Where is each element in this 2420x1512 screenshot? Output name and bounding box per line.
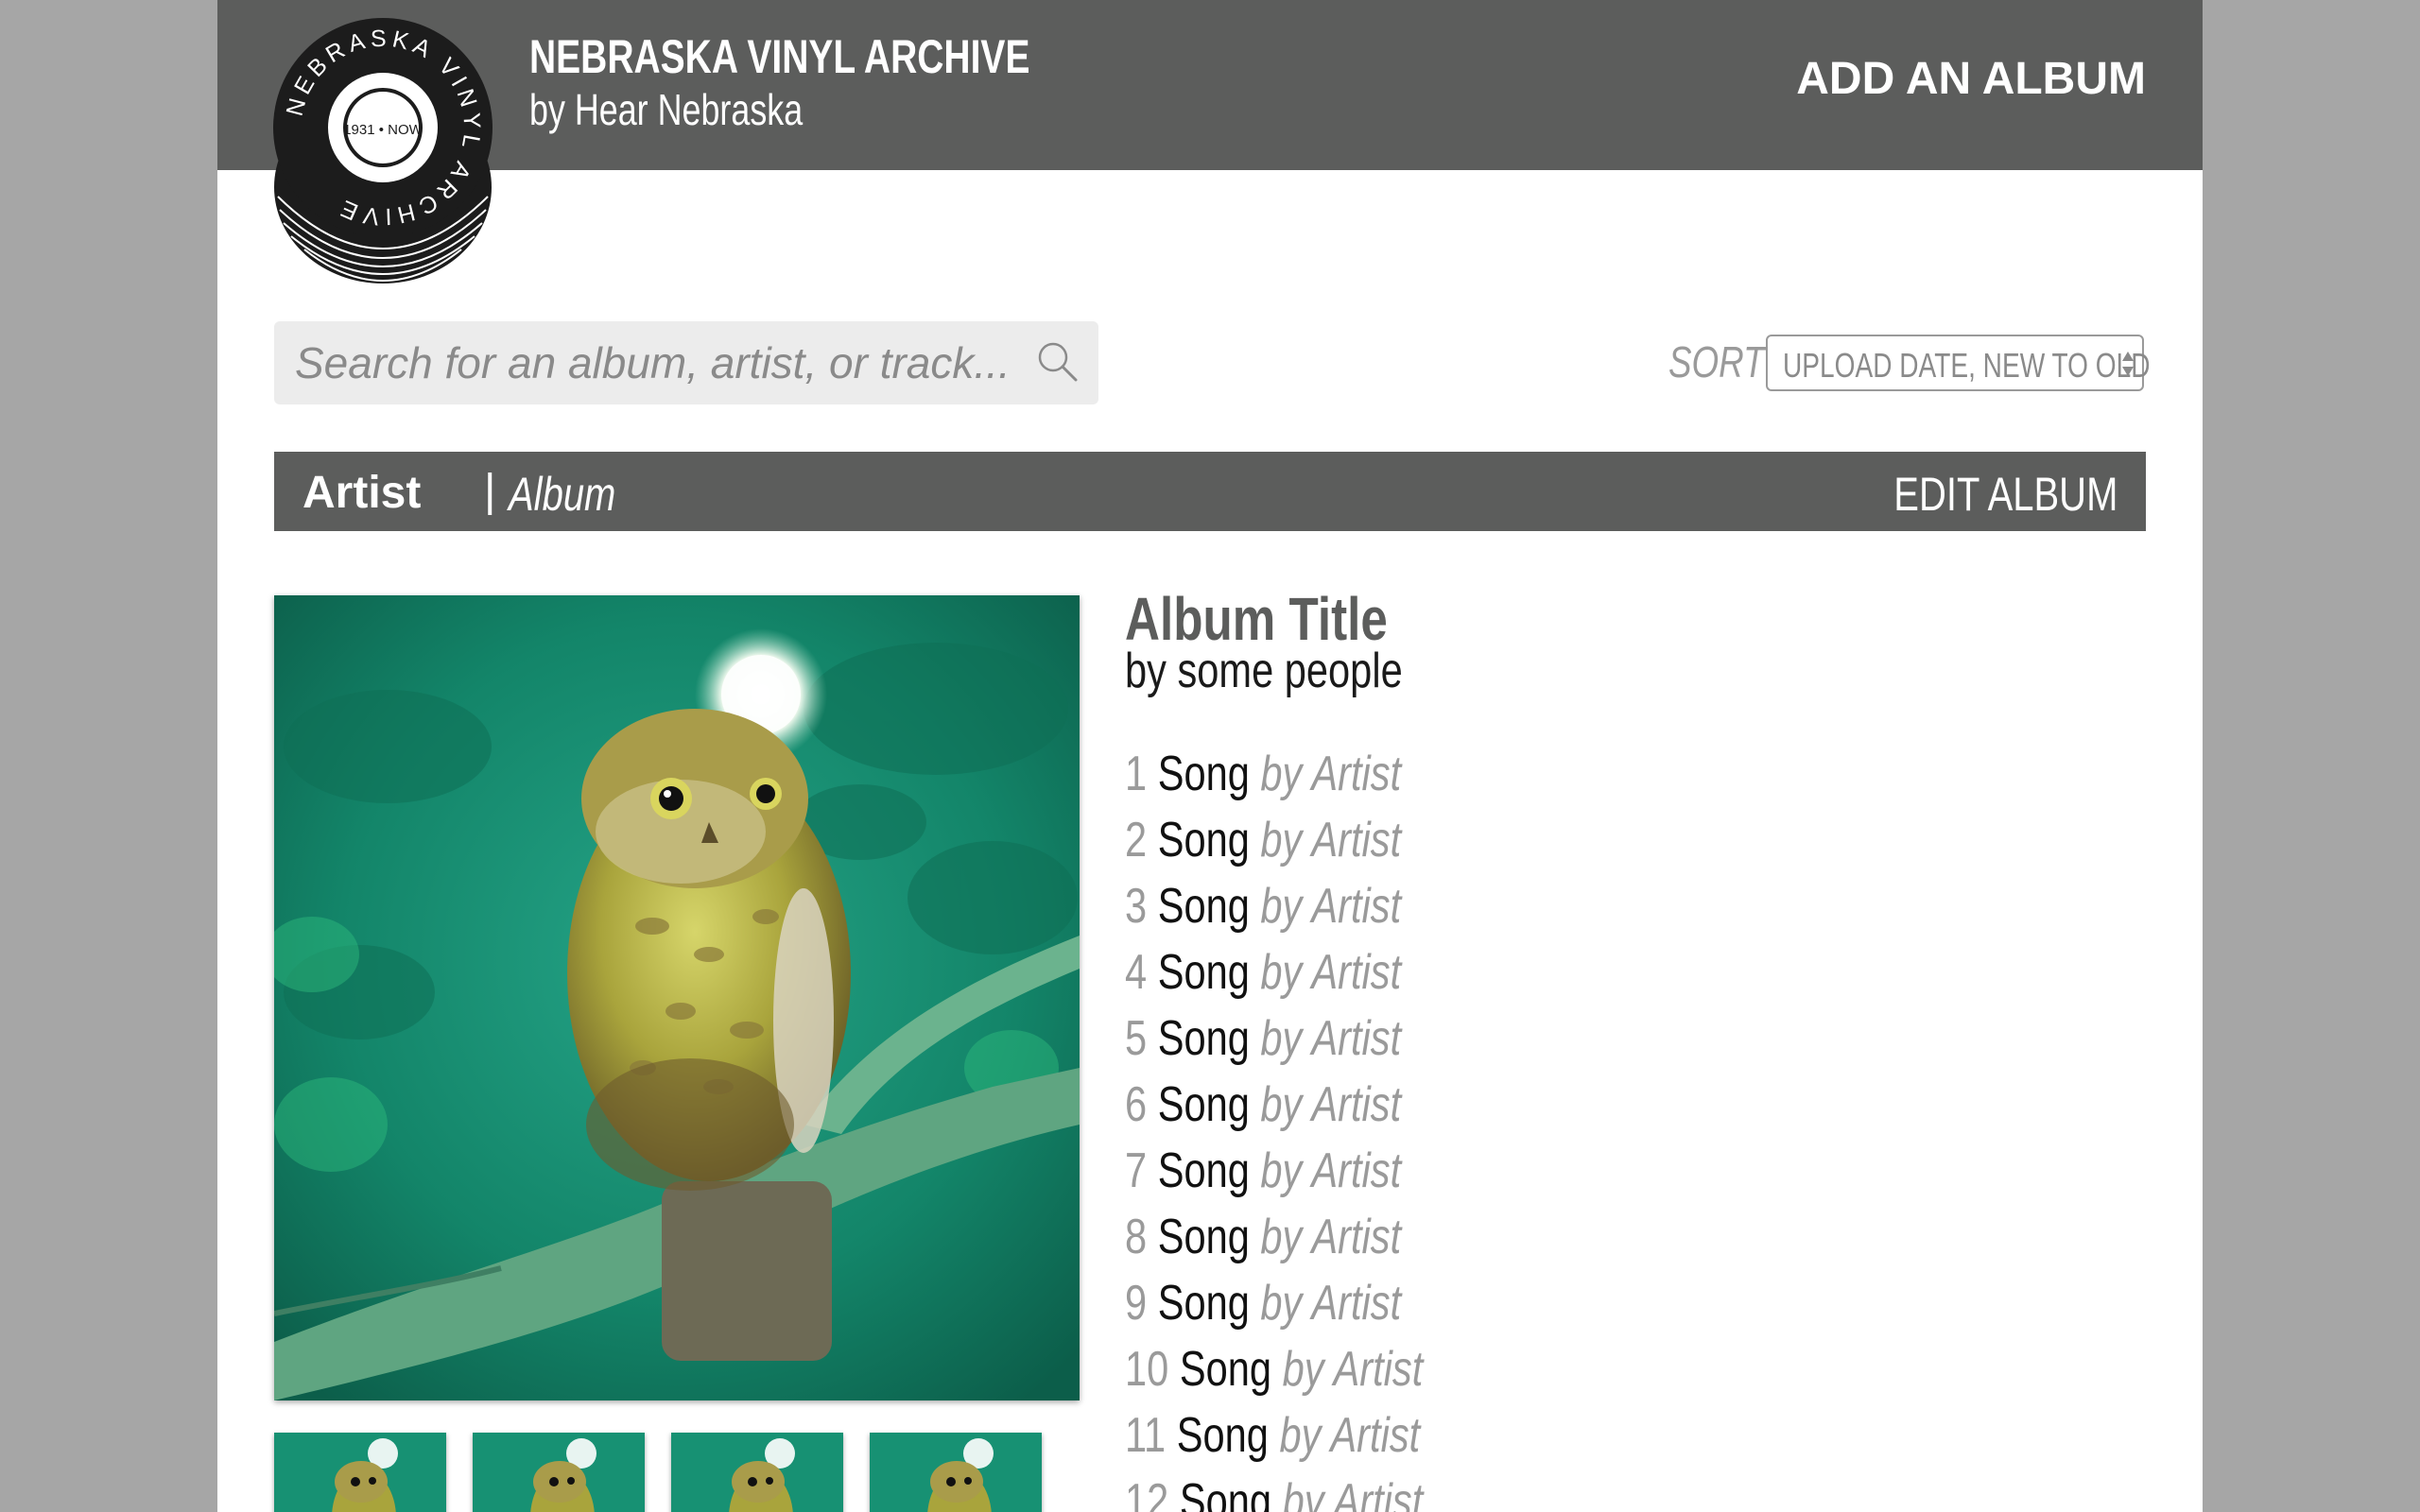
add-album-link[interactable]: ADD AN ALBUM bbox=[1796, 53, 2146, 105]
thumbnail[interactable] bbox=[473, 1433, 645, 1512]
track-artist: by Artist bbox=[1260, 813, 1402, 868]
track-item[interactable]: 6 Song by Artist bbox=[1125, 1077, 1423, 1143]
bar-album-name[interactable]: Album bbox=[509, 467, 615, 522]
track-number: 6 bbox=[1125, 1077, 1148, 1132]
thumbnail-strip bbox=[274, 1433, 1080, 1512]
sort-label: SORT bbox=[1668, 337, 1765, 387]
track-number: 1 bbox=[1125, 747, 1148, 801]
track-number: 12 bbox=[1125, 1474, 1169, 1512]
sort-selected-value: UPLOAD DATE, NEW TO OLD bbox=[1783, 346, 2151, 385]
track-number: 5 bbox=[1125, 1011, 1148, 1066]
track-item[interactable]: 2 Song by Artist bbox=[1125, 813, 1423, 879]
track-title: Song bbox=[1179, 1474, 1271, 1512]
track-item[interactable]: 9 Song by Artist bbox=[1125, 1276, 1423, 1342]
track-title: Song bbox=[1179, 1342, 1271, 1397]
site-subtitle: by Hear Nebraska bbox=[529, 85, 804, 134]
track-number: 4 bbox=[1125, 945, 1148, 1000]
track-number: 2 bbox=[1125, 813, 1148, 868]
album-cover-image[interactable] bbox=[274, 595, 1080, 1400]
track-number: 9 bbox=[1125, 1276, 1148, 1331]
track-item[interactable]: 3 Song by Artist bbox=[1125, 879, 1423, 945]
search-input[interactable] bbox=[274, 321, 1013, 404]
track-number: 8 bbox=[1125, 1210, 1148, 1264]
site-title[interactable]: NEBRASKA VINYL ARCHIVE bbox=[529, 32, 1029, 82]
page: NEBRASKA VINYL ARCHIVE by Hear Nebraska … bbox=[217, 0, 2203, 1512]
sort-select[interactable]: UPLOAD DATE, NEW TO OLD bbox=[1766, 335, 2151, 391]
track-title: Song bbox=[1157, 1011, 1250, 1066]
track-artist: by Artist bbox=[1260, 879, 1402, 934]
logo-center-text: 1931 • NOW bbox=[343, 122, 423, 138]
track-title: Song bbox=[1157, 1276, 1250, 1331]
track-artist: by Artist bbox=[1260, 1143, 1402, 1198]
edit-album-button[interactable]: EDIT ALBUM bbox=[1893, 467, 2118, 522]
track-title: Song bbox=[1157, 1077, 1250, 1132]
bar-artist-name[interactable]: Artist bbox=[302, 467, 421, 519]
track-title: Song bbox=[1157, 1210, 1250, 1264]
search-icon[interactable] bbox=[1034, 338, 1081, 386]
track-number: 10 bbox=[1125, 1342, 1169, 1397]
header-bar: NEBRASKA VINYL ARCHIVE by Hear Nebraska … bbox=[217, 0, 2203, 170]
track-item[interactable]: 10 Song by Artist bbox=[1125, 1342, 1423, 1408]
track-number: 3 bbox=[1125, 879, 1148, 934]
track-artist: by Artist bbox=[1260, 1276, 1402, 1331]
album-header-bar: Artist | Album EDIT ALBUM bbox=[274, 452, 2146, 531]
track-title: Song bbox=[1157, 1143, 1250, 1198]
track-artist: by Artist bbox=[1282, 1342, 1424, 1397]
track-artist: by Artist bbox=[1260, 1210, 1402, 1264]
track-title: Song bbox=[1157, 945, 1250, 1000]
nebraska-vinyl-archive-logo[interactable]: NEBRASKA VINYL ARCHIVE 1931 • NOW bbox=[272, 17, 493, 287]
search-box bbox=[274, 321, 1098, 404]
track-number: 11 bbox=[1125, 1408, 1167, 1463]
track-item[interactable]: 11 Song by Artist bbox=[1125, 1408, 1423, 1474]
track-list: 1 Song by Artist 2 Song by Artist 3 Song… bbox=[1125, 747, 1497, 1512]
track-title: Song bbox=[1157, 813, 1250, 868]
track-artist: by Artist bbox=[1260, 747, 1402, 801]
track-artist: by Artist bbox=[1282, 1474, 1424, 1512]
track-title: Song bbox=[1157, 879, 1250, 934]
bar-separator: | bbox=[484, 466, 496, 516]
track-item[interactable]: 8 Song by Artist bbox=[1125, 1210, 1423, 1276]
track-item[interactable]: 1 Song by Artist bbox=[1125, 747, 1423, 813]
track-item[interactable]: 4 Song by Artist bbox=[1125, 945, 1423, 1011]
thumbnail[interactable] bbox=[671, 1433, 843, 1512]
track-artist: by Artist bbox=[1260, 945, 1402, 1000]
thumbnail[interactable] bbox=[870, 1433, 1042, 1512]
track-title: Song bbox=[1157, 747, 1250, 801]
track-item[interactable]: 5 Song by Artist bbox=[1125, 1011, 1423, 1077]
track-item[interactable]: 12 Song by Artist bbox=[1125, 1474, 1423, 1512]
album-byline: by some people bbox=[1125, 644, 1403, 698]
track-title: Song bbox=[1176, 1408, 1269, 1463]
track-artist: by Artist bbox=[1260, 1011, 1402, 1066]
select-arrows-icon bbox=[2122, 352, 2134, 376]
track-artist: by Artist bbox=[1279, 1408, 1421, 1463]
track-artist: by Artist bbox=[1260, 1077, 1402, 1132]
track-number: 7 bbox=[1125, 1143, 1148, 1198]
track-item[interactable]: 7 Song by Artist bbox=[1125, 1143, 1423, 1210]
thumbnail[interactable] bbox=[274, 1433, 446, 1512]
